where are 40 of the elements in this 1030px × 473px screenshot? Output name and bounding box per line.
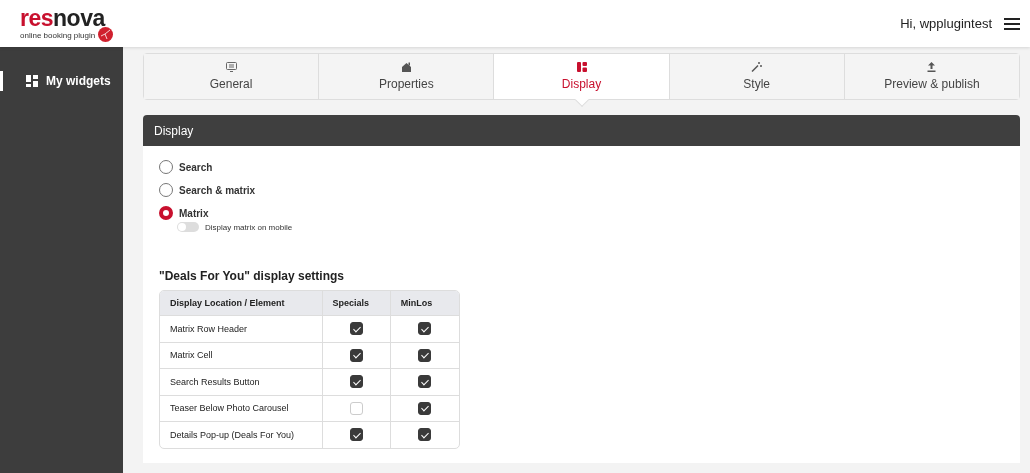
column-header: Specials [322,291,391,315]
magic-wand-icon [751,62,763,72]
checkbox[interactable] [349,375,363,389]
upload-icon [927,62,937,72]
user-greeting: Hi, wpplugintest [900,16,992,31]
table-cell: Matrix Row Header [160,315,323,342]
checkbox[interactable] [418,428,432,442]
widgets-icon [26,75,38,87]
radio-label[interactable]: Search [179,161,213,173]
monitor-icon [225,62,237,72]
sidebar-item[interactable]: My widgets [0,71,123,91]
menu-icon[interactable] [1004,17,1020,30]
column-header: Display Location / Element [160,291,323,315]
table-cell: Teaser Below Photo Carousel [160,394,323,421]
toggle-label: Display matrix on mobile [205,222,293,232]
checkbox[interactable] [349,322,363,336]
checkbox[interactable] [418,401,432,415]
panel-title: Display [143,115,1020,146]
table-cell: Matrix Cell [160,341,323,368]
logo-ball-icon [98,27,113,42]
toggle-switch[interactable] [177,222,199,232]
column-header: MinLos [390,291,459,315]
tab[interactable]: General [144,54,320,99]
radio-label[interactable]: Search & matrix [179,184,256,196]
checkbox[interactable] [418,375,432,389]
layout-icon [576,62,587,72]
radio-button[interactable] [159,160,173,174]
radio-label[interactable]: Matrix [179,207,209,219]
logo-tagline: online booking plugin [20,31,97,40]
checkbox[interactable] [349,428,363,442]
checkbox[interactable] [418,348,432,362]
checkbox[interactable] [418,322,432,336]
house-icon [400,62,412,72]
logo-wordmark: resnova [20,7,105,29]
checkbox[interactable] [349,348,363,362]
table-cell: Details Pop-up (Deals For You) [160,421,323,448]
section-title: "Deals For You" display settings [159,269,345,283]
table-cell: Search Results Button [160,368,323,395]
radio-button[interactable] [159,183,173,197]
radio-button[interactable] [159,206,173,220]
